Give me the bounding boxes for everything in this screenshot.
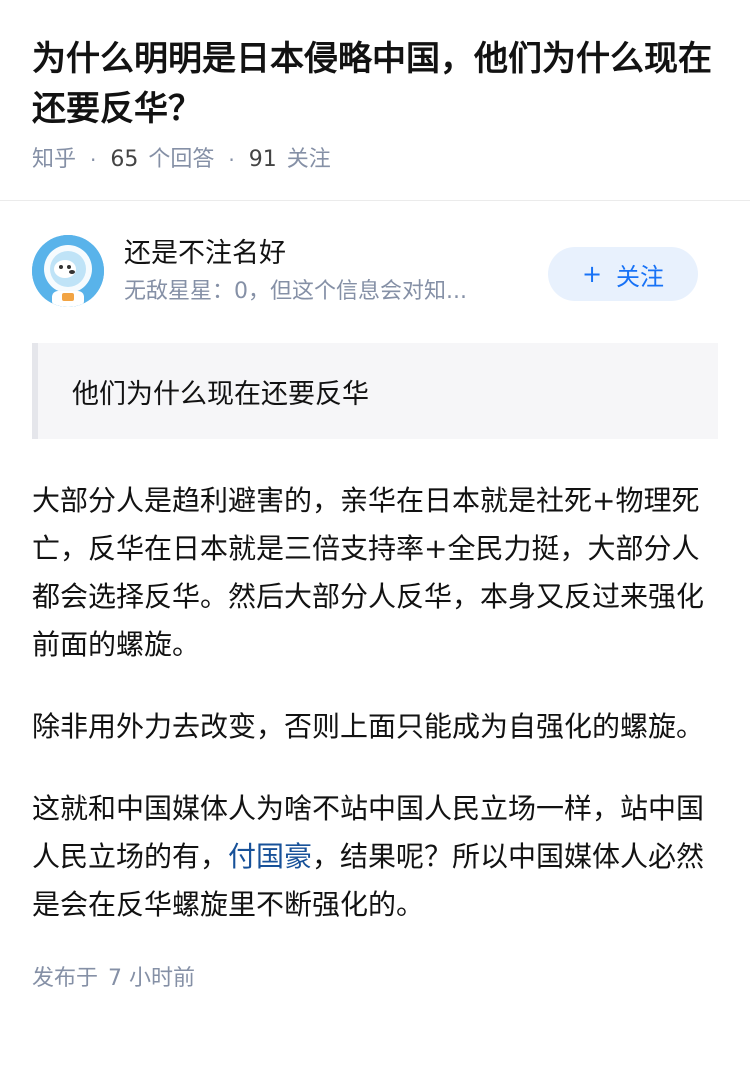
follower-count-label: 关注 <box>286 147 331 172</box>
answer-paragraph-1: 大部分人是趋利避害的，亲华在日本就是社死+物理死亡，反华在日本就是三倍支持率+全… <box>32 484 705 661</box>
answer-paragraph-3: 这就和中国媒体人为啥不站中国人民立场一样，站中国人民立场的有，付国豪，结果呢？所… <box>32 785 718 929</box>
publish-time: 发布于 7 小时前 <box>0 963 750 995</box>
author-info: 还是不注名好 无敌星星：0，但这个信息会对知... <box>124 237 524 307</box>
publish-time-value: 7 小时前 <box>108 966 196 991</box>
plus-icon: + <box>581 260 603 288</box>
answer-count: 65 <box>110 147 139 172</box>
answer-page: 为什么明明是日本侵略中国，他们为什么现在还要反华？ 知乎 · 65 个回答 · … <box>0 0 750 1082</box>
quote-block: 他们为什么现在还要反华 <box>32 343 718 439</box>
answer-body: 大部分人是趋利避害的，亲华在日本就是社死+物理死亡，反华在日本就是三倍支持率+全… <box>0 439 750 929</box>
question-header: 为什么明明是日本侵略中国，他们为什么现在还要反华？ 知乎 · 65 个回答 · … <box>0 0 750 176</box>
follow-button[interactable]: + 关注 <box>548 247 698 301</box>
person-link[interactable]: 付国豪 <box>228 840 312 873</box>
author-bio: 无敌星星：0，但这个信息会对知... <box>124 279 467 304</box>
author-name[interactable]: 还是不注名好 <box>124 237 524 271</box>
quote-text: 他们为什么现在还要反华 <box>72 378 369 410</box>
site-name[interactable]: 知乎 <box>32 144 76 176</box>
follow-button-label: 关注 <box>616 262 665 291</box>
answer-paragraph-2: 除非用外力去改变，否则上面只能成为自强化的螺旋。 <box>32 710 705 743</box>
publish-label: 发布于 <box>32 966 99 991</box>
question-meta: 知乎 · 65 个回答 · 91 关注 <box>32 144 718 176</box>
follower-count: 91 <box>248 147 277 172</box>
answer-count-label[interactable]: 个回答 <box>148 144 214 176</box>
author-row: 还是不注名好 无敌星星：0，但这个信息会对知... + 关注 <box>0 201 750 321</box>
meta-separator: · <box>90 148 97 172</box>
question-title[interactable]: 为什么明明是日本侵略中国，他们为什么现在还要反华？ <box>32 34 718 134</box>
avatar-astronaut-icon <box>32 235 104 307</box>
meta-separator: · <box>228 148 235 172</box>
avatar[interactable] <box>32 235 104 307</box>
